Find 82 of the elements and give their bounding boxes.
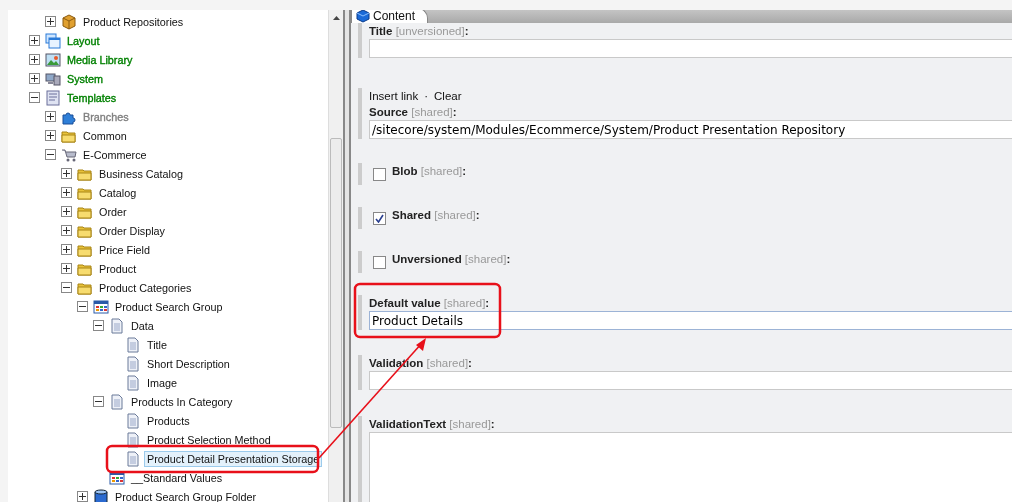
tree-item[interactable]: __Standard Values [128, 469, 226, 486]
tree-item[interactable]: Product [96, 260, 140, 277]
text-field[interactable] [369, 371, 1012, 390]
tree-item[interactable]: Catalog [96, 184, 140, 201]
tree-item[interactable]: Short Description [144, 355, 233, 372]
tree-item[interactable]: Templates [64, 89, 120, 106]
text-field[interactable] [369, 39, 1012, 58]
grid-icon [93, 298, 109, 315]
expand-icon[interactable] [61, 206, 72, 217]
clear-link[interactable]: Clear [434, 90, 462, 102]
up-arrow-icon[interactable] [332, 16, 340, 20]
expand-icon[interactable] [61, 168, 72, 179]
expand-icon[interactable] [61, 263, 72, 274]
cart-icon [61, 146, 77, 163]
checkbox[interactable] [373, 167, 386, 181]
collapse-icon[interactable] [93, 396, 104, 407]
collapse-icon[interactable] [77, 301, 88, 312]
expand-icon[interactable] [61, 225, 72, 236]
tree-item[interactable]: Image [144, 374, 180, 391]
tree-item[interactable]: Media Library [64, 51, 136, 68]
field-label: Source [shared]: [369, 105, 457, 120]
tree-item[interactable]: Order Display [96, 222, 168, 239]
document-icon [109, 317, 125, 334]
tree-item[interactable]: Branches [80, 108, 132, 125]
tree-item[interactable]: Product Search Group Folder [112, 488, 260, 502]
document-icon [125, 412, 141, 429]
field-label: Title [unversioned]: [369, 24, 469, 39]
windows-icon [45, 32, 61, 49]
box-icon [61, 13, 77, 30]
tree-item[interactable]: Products In Category [128, 393, 236, 410]
expand-icon[interactable] [45, 111, 56, 122]
expand-icon[interactable] [29, 54, 40, 65]
field-label: Shared [shared]: [392, 208, 480, 223]
tree-item[interactable]: E-Commerce [80, 146, 150, 163]
field-label: ValidationText [shared]: [369, 417, 495, 432]
document-icon [125, 431, 141, 448]
document-icon [125, 336, 141, 353]
collapse-icon[interactable] [93, 320, 104, 331]
tree-item[interactable]: Title [144, 336, 170, 353]
collapse-icon[interactable] [45, 149, 56, 160]
template-icon [45, 89, 61, 106]
computer-icon [45, 70, 61, 87]
field-label: Blob [shared]: [392, 164, 467, 179]
collapse-icon[interactable] [61, 282, 72, 293]
tree-item[interactable]: Layout [64, 32, 103, 49]
tree-item[interactable]: Product Repositories [80, 13, 187, 30]
insert-link[interactable]: Insert link [369, 90, 419, 102]
tree-item[interactable]: Price Field [96, 241, 153, 258]
expand-icon[interactable] [61, 187, 72, 198]
text-field[interactable]: /sitecore/system/Modules/Ecommerce/System/Product Presentation Repository [369, 120, 1012, 139]
separator-dot: · [424, 90, 429, 102]
collapse-icon[interactable] [29, 92, 40, 103]
document-icon [125, 450, 141, 467]
picture-icon [45, 51, 61, 68]
field-label: Unversioned [shared]: [392, 252, 511, 267]
tree-item[interactable]: Business Catalog [96, 165, 187, 182]
tree-item[interactable]: Order [96, 203, 130, 220]
document-icon [125, 374, 141, 391]
cube-icon [356, 10, 370, 23]
expand-icon[interactable] [77, 491, 88, 502]
tree-item[interactable]: Products [144, 412, 193, 429]
cylinder-icon [93, 488, 109, 502]
expand-icon[interactable] [45, 130, 56, 141]
text-field[interactable]: Product Details [369, 311, 1012, 330]
field-label: Default value [shared]: [369, 296, 490, 311]
document-icon [125, 355, 141, 372]
scrollbar[interactable] [328, 10, 343, 502]
expand-icon[interactable] [29, 73, 40, 84]
tree-item[interactable]: Common [80, 127, 130, 144]
checkbox[interactable] [373, 255, 386, 269]
tree-item[interactable]: Product Search Group [112, 298, 226, 315]
expand-icon[interactable] [45, 16, 56, 27]
tree-item[interactable]: Product Selection Method [144, 431, 274, 448]
expand-icon[interactable] [61, 244, 72, 255]
tree-item[interactable]: Product Categories [96, 279, 195, 296]
tree-item[interactable]: System [64, 70, 106, 87]
document-icon [109, 393, 125, 410]
tree-item[interactable]: Data [128, 317, 157, 334]
checkbox[interactable] [373, 211, 386, 225]
scrollbar-thumb[interactable] [330, 138, 342, 428]
expand-icon[interactable] [29, 35, 40, 46]
content-tab[interactable]: Content [351, 10, 429, 23]
